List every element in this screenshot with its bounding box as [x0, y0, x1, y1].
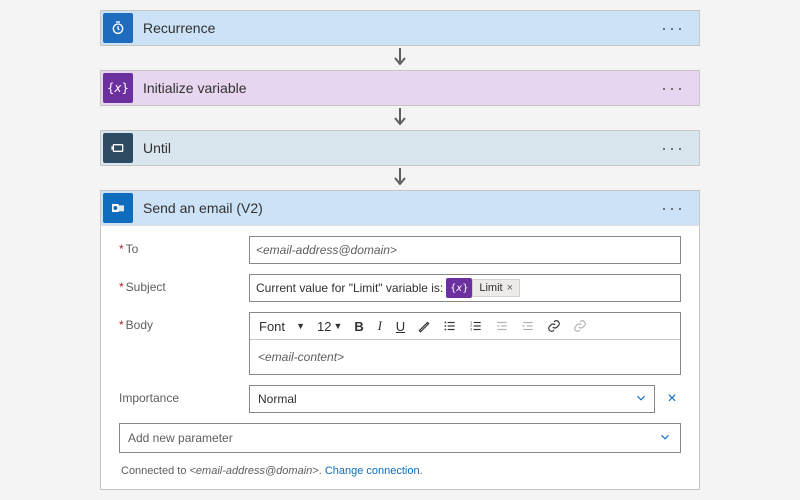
outlook-icon	[103, 193, 133, 223]
step-menu-icon[interactable]: ···	[657, 138, 689, 159]
step-recurrence-title: Recurrence	[143, 20, 657, 36]
chevron-down-icon	[634, 391, 648, 408]
step-send-email: Send an email (V2) ··· *To <email-addres…	[100, 190, 700, 490]
step-until[interactable]: Until ···	[100, 130, 700, 166]
variable-icon: {x}	[103, 73, 133, 103]
link-button[interactable]	[542, 317, 566, 335]
step-email-header[interactable]: Send an email (V2) ···	[101, 191, 699, 225]
step-email-body: *To <email-address@domain> *Subject Curr…	[101, 225, 699, 489]
step-until-title: Until	[143, 140, 657, 156]
field-row-to: *To <email-address@domain>	[119, 236, 681, 264]
field-row-importance: Importance Normal ×	[119, 385, 681, 413]
add-parameter-select[interactable]: Add new parameter	[119, 423, 681, 453]
importance-select[interactable]: Normal	[249, 385, 655, 413]
step-until-header[interactable]: Until ···	[101, 131, 699, 165]
font-select[interactable]: Font▼	[254, 317, 310, 336]
font-size-select[interactable]: 12▼	[312, 317, 347, 336]
subject-input[interactable]: Current value for "Limit" variable is: {…	[249, 274, 681, 302]
loop-icon	[103, 133, 133, 163]
number-list-button[interactable]: 123	[464, 317, 488, 335]
clock-icon	[103, 13, 133, 43]
unlink-button[interactable]	[568, 317, 592, 335]
step-menu-icon[interactable]: ···	[657, 78, 689, 99]
rich-text-toolbar: Font▼ 12▼ B I U 123	[250, 313, 680, 340]
remove-field-button[interactable]: ×	[663, 390, 681, 408]
step-variable-header[interactable]: {x} Initialize variable ···	[101, 71, 699, 105]
variable-token[interactable]: Limit ×	[472, 279, 520, 297]
step-recurrence[interactable]: Recurrence ···	[100, 10, 700, 46]
field-row-body: *Body Font▼ 12▼ B I U	[119, 312, 681, 375]
body-editor: Font▼ 12▼ B I U 123	[249, 312, 681, 375]
svg-text:3: 3	[470, 328, 472, 332]
connection-footer: Connected to <email-address@domain>. Cha…	[119, 461, 681, 483]
connector-arrow	[392, 48, 408, 68]
bold-button[interactable]: B	[349, 317, 368, 336]
subject-text: Current value for "Limit" variable is:	[256, 281, 443, 295]
italic-button[interactable]: I	[371, 316, 389, 336]
outdent-button[interactable]	[490, 317, 514, 335]
step-email-title: Send an email (V2)	[143, 200, 657, 216]
flow-canvas: Recurrence ··· {x} Initialize variable ·…	[0, 0, 800, 490]
highlight-button[interactable]	[412, 317, 436, 335]
token-remove-icon[interactable]: ×	[507, 282, 513, 294]
subject-label: *Subject	[119, 274, 249, 294]
to-label: *To	[119, 236, 249, 256]
to-placeholder: <email-address@domain>	[256, 243, 397, 257]
step-menu-icon[interactable]: ···	[657, 198, 689, 219]
connector-arrow	[392, 108, 408, 128]
field-row-subject: *Subject Current value for "Limit" varia…	[119, 274, 681, 302]
variable-token-icon: {x}	[446, 278, 472, 298]
step-recurrence-header[interactable]: Recurrence ···	[101, 11, 699, 45]
step-variable-title: Initialize variable	[143, 80, 657, 96]
connector-arrow	[392, 168, 408, 188]
bullet-list-button[interactable]	[438, 317, 462, 335]
change-connection-link[interactable]: Change connection	[325, 465, 420, 477]
chevron-down-icon	[658, 430, 672, 447]
body-input[interactable]: <email-content>	[250, 340, 680, 374]
underline-button[interactable]: U	[391, 317, 410, 336]
step-initialize-variable[interactable]: {x} Initialize variable ···	[100, 70, 700, 106]
step-menu-icon[interactable]: ···	[657, 18, 689, 39]
body-label: *Body	[119, 312, 249, 332]
indent-button[interactable]	[516, 317, 540, 335]
to-input[interactable]: <email-address@domain>	[249, 236, 681, 264]
importance-label: Importance	[119, 385, 249, 405]
